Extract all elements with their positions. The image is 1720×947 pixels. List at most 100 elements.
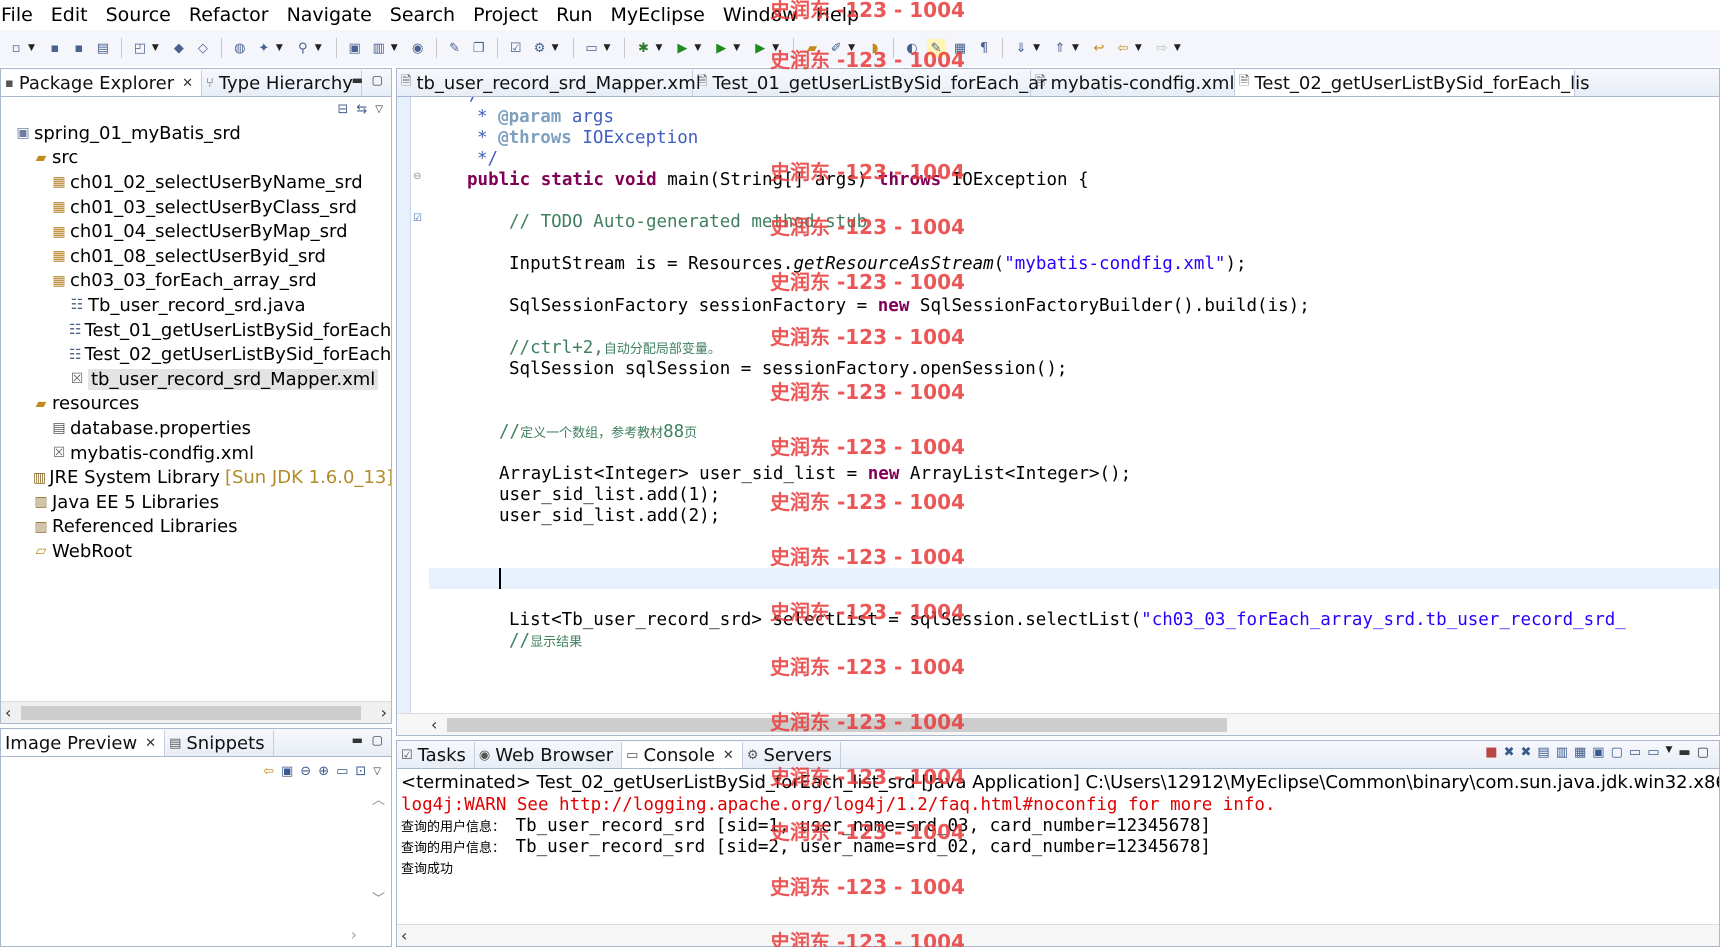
chevron-down-icon[interactable]: ▼ xyxy=(772,43,779,53)
bookmark-icon[interactable]: ◗ xyxy=(866,39,884,57)
tab-web-browser[interactable]: ◉ Web Browser xyxy=(475,742,623,768)
scroll-left-icon[interactable]: ‹ xyxy=(431,715,437,734)
scroll-lock-icon[interactable]: ▥ xyxy=(1556,745,1568,760)
scroll-up-icon[interactable]: ︿ xyxy=(372,789,385,808)
tree-item[interactable]: ▰ resources xyxy=(1,392,391,417)
menu-run[interactable]: Run xyxy=(547,0,601,30)
chevron-down-icon[interactable]: ▼ xyxy=(276,43,283,53)
server-icon[interactable]: ◍ xyxy=(231,39,249,57)
minimize-icon[interactable]: ▬ xyxy=(1678,745,1690,760)
tab-test-01[interactable]: 🗎 Test_01_getUserListBySid_forEach_ar xyxy=(693,70,1047,96)
wizard-icon[interactable]: ▣ xyxy=(346,39,364,57)
image-icon[interactable]: ▣ xyxy=(281,764,293,779)
chevron-down-icon[interactable]: ▼ xyxy=(28,43,35,53)
maximize-icon[interactable]: ▢ xyxy=(372,73,383,87)
last-edit-icon[interactable]: ↩ xyxy=(1090,39,1108,57)
link-with-editor-icon[interactable]: ⇆ xyxy=(356,102,367,117)
tab-snippets[interactable]: ▤ Snippets xyxy=(165,730,274,756)
horizontal-scrollbar[interactable]: ‹ xyxy=(397,713,1719,735)
tree-item[interactable]: ☷ Tb_user_record_srd.java xyxy=(1,293,391,318)
tab-type-hierarchy[interactable]: ⑂ Type Hierarchy xyxy=(202,70,362,96)
vertical-scrollbar[interactable]: ︿ ﹀ xyxy=(372,789,385,907)
code-area[interactable]: / * @param args * @throws IOException */… xyxy=(429,97,1719,713)
maximize-icon[interactable]: ▢ xyxy=(372,733,383,747)
maximize-icon[interactable]: ▢ xyxy=(1697,745,1709,760)
menu-navigate[interactable]: Navigate xyxy=(278,0,381,30)
gear-icon[interactable]: ⚙ xyxy=(531,39,549,57)
scroll-left-icon[interactable]: ‹ xyxy=(5,703,11,722)
chevron-down-icon[interactable]: ▼ xyxy=(1135,43,1142,53)
terminate-icon[interactable]: ■ xyxy=(1485,745,1497,760)
tree-item[interactable]: ▦ ch01_04_selectUserByMap_srd xyxy=(1,219,391,244)
tree-item[interactable]: ☷Test_02_getUserListBySid_forEach_list_s xyxy=(1,342,391,367)
task-marker-icon[interactable]: ☑ xyxy=(413,213,422,224)
actual-size-icon[interactable]: ▭ xyxy=(336,764,348,779)
tree-item[interactable]: ▦ ch01_08_selectUserByid_srd xyxy=(1,244,391,269)
tab-image-preview[interactable]: Image Preview ✕ xyxy=(1,730,166,756)
scrollbar-thumb[interactable] xyxy=(447,718,1227,732)
view-menu-icon[interactable]: ▽ xyxy=(373,766,381,777)
save-all-icon[interactable]: ▪ xyxy=(70,39,88,57)
horizontal-scrollbar[interactable]: ‹ xyxy=(397,924,1719,946)
chevron-down-icon[interactable]: ▼ xyxy=(694,43,701,53)
clear-console-icon[interactable]: ▤ xyxy=(1537,745,1549,760)
menu-file[interactable]: File xyxy=(0,0,42,30)
close-icon[interactable]: ✕ xyxy=(723,748,734,763)
fold-marker-icon[interactable]: ⊖ xyxy=(413,171,421,182)
edit-icon[interactable]: ✎ xyxy=(446,39,464,57)
tree-item[interactable]: ▥ JRE System Library [Sun JDK 1.6.0_13] xyxy=(1,465,391,490)
search-icon[interactable]: ⚲ xyxy=(294,39,312,57)
tab-console[interactable]: ▭ Console ✕ xyxy=(622,742,743,768)
tree-item[interactable]: ▦ ch01_02_selectUserByName_srd xyxy=(1,170,391,195)
chevron-down-icon[interactable]: ▼ xyxy=(1174,43,1181,53)
word-wrap-icon[interactable]: ▦ xyxy=(1574,745,1586,760)
save-icon[interactable]: ▪ xyxy=(46,39,64,57)
highlight-icon[interactable]: ✎ xyxy=(927,39,946,57)
scroll-right-icon[interactable]: › xyxy=(351,925,357,944)
toggle-mark-icon[interactable]: ◐ xyxy=(903,39,921,57)
globe-icon[interactable]: ◉ xyxy=(409,39,427,57)
view-menu-icon[interactable]: ▽ xyxy=(375,104,383,115)
menu-help[interactable]: Help xyxy=(807,0,868,30)
scrollbar-thumb[interactable] xyxy=(21,706,361,720)
menu-myeclipse[interactable]: MyEclipse xyxy=(602,0,714,30)
tree-item[interactable]: ☒ tb_user_record_srd_Mapper.xml xyxy=(1,367,391,392)
print-icon[interactable]: ▤ xyxy=(94,39,112,57)
remove-launch-icon[interactable]: ✖ xyxy=(1504,745,1515,760)
tab-test-02[interactable]: 🗎 Test_02_getUserListBySid_forEach_lis xyxy=(1235,70,1590,96)
editor-body[interactable]: ⊖ ☑ / * @param args * @throws IOExceptio… xyxy=(397,97,1719,713)
show-whitespace-icon[interactable]: ¶ xyxy=(975,39,993,57)
refresh-icon[interactable]: ⇦ xyxy=(263,764,274,779)
tab-package-explorer[interactable]: ▪ Package Explorer ✕ xyxy=(1,70,202,96)
open-resource-icon[interactable]: ◇ xyxy=(194,39,212,57)
collapse-all-icon[interactable]: ⊟ xyxy=(337,102,348,117)
zoom-out-icon[interactable]: ⊖ xyxy=(300,764,311,779)
menu-source[interactable]: Source xyxy=(97,0,180,30)
next-annotation-icon[interactable]: ⇓ xyxy=(1012,39,1030,57)
tree-item[interactable]: ▦ ch01_03_selectUserByClass_srd xyxy=(1,195,391,220)
run-last-icon[interactable]: ▶ xyxy=(712,39,730,57)
terminal-icon[interactable]: ▭ xyxy=(583,39,601,57)
chevron-down-icon[interactable]: ▼ xyxy=(152,43,159,53)
menu-project[interactable]: Project xyxy=(464,0,547,30)
current-line[interactable] xyxy=(429,568,1719,589)
run-icon[interactable]: ▶ xyxy=(673,39,691,57)
tab-tasks[interactable]: ☑ Tasks xyxy=(397,742,475,768)
tree-item[interactable]: ▤ database.properties xyxy=(1,416,391,441)
chevron-down-icon[interactable]: ▼ xyxy=(604,43,611,53)
tab-servers[interactable]: ⚙ Servers xyxy=(743,742,841,768)
menu-edit[interactable]: Edit xyxy=(42,0,97,30)
new-icon[interactable]: ▫ xyxy=(7,39,25,57)
back-icon[interactable]: ⇦ xyxy=(1114,39,1132,57)
new-console-icon[interactable]: ▭ xyxy=(1647,745,1659,760)
minimize-icon[interactable]: ▬ xyxy=(352,733,363,747)
open-folder-icon[interactable]: ▰ xyxy=(803,39,821,57)
chevron-down-icon[interactable]: ▼ xyxy=(1033,43,1040,53)
tree-item[interactable]: ☒ mybatis-condfig.xml xyxy=(1,441,391,466)
forward-icon[interactable]: ⇨ xyxy=(1153,39,1171,57)
tab-mapper-xml[interactable]: 🗎 tb_user_record_srd_Mapper.xml xyxy=(397,70,701,96)
fit-icon[interactable]: ⊡ xyxy=(355,764,366,779)
pencil-icon[interactable]: ✐ xyxy=(827,39,845,57)
chevron-down-icon[interactable]: ▼ xyxy=(391,43,398,53)
chevron-down-icon[interactable]: ▼ xyxy=(848,43,855,53)
